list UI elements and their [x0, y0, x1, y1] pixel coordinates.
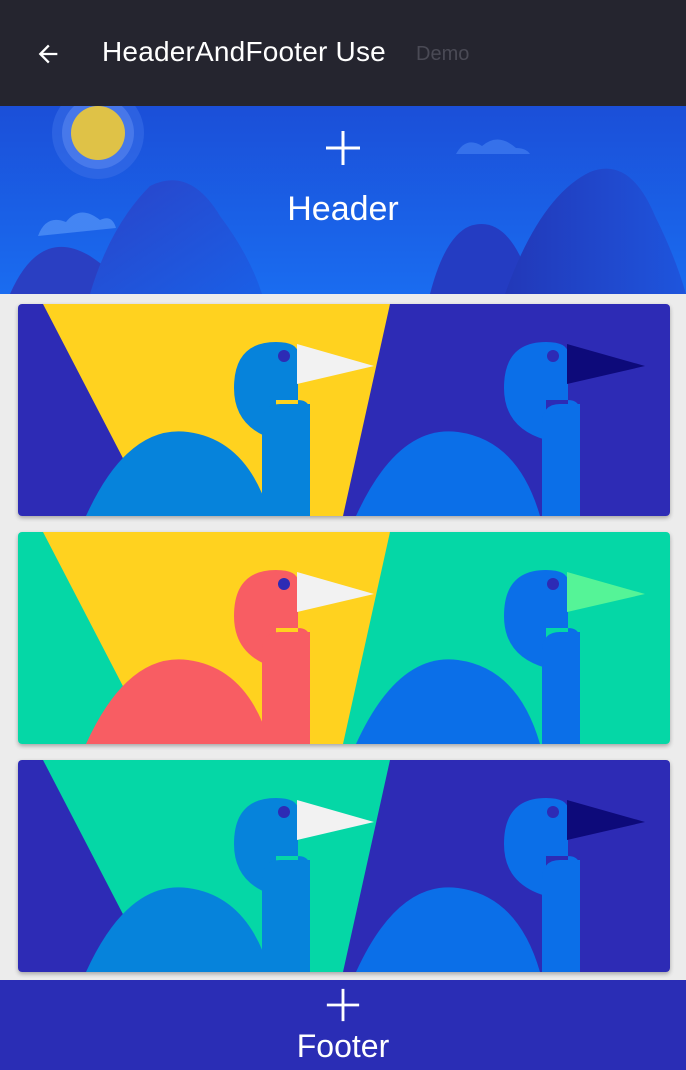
app-bar: HeaderAndFooter Use Demo: [0, 0, 686, 106]
list-footer[interactable]: Footer: [0, 980, 686, 1070]
list-header[interactable]: Header: [0, 106, 686, 294]
bird-illustration: [18, 760, 670, 972]
page-title: HeaderAndFooter Use: [102, 36, 386, 67]
list-item[interactable]: [18, 760, 670, 972]
back-button[interactable]: [28, 34, 68, 74]
bird-illustration: [18, 304, 670, 516]
image-list[interactable]: [0, 294, 686, 980]
list-item[interactable]: [18, 532, 670, 744]
footer-label: Footer: [296, 1028, 390, 1064]
plus-icon: [326, 988, 360, 1022]
plus-icon: [326, 131, 360, 165]
arrow-left-icon: [38, 44, 58, 64]
list-item[interactable]: [18, 304, 670, 516]
header-label: Header: [287, 190, 399, 228]
bird-illustration: [18, 532, 670, 744]
page-subtitle: Demo: [416, 43, 470, 65]
